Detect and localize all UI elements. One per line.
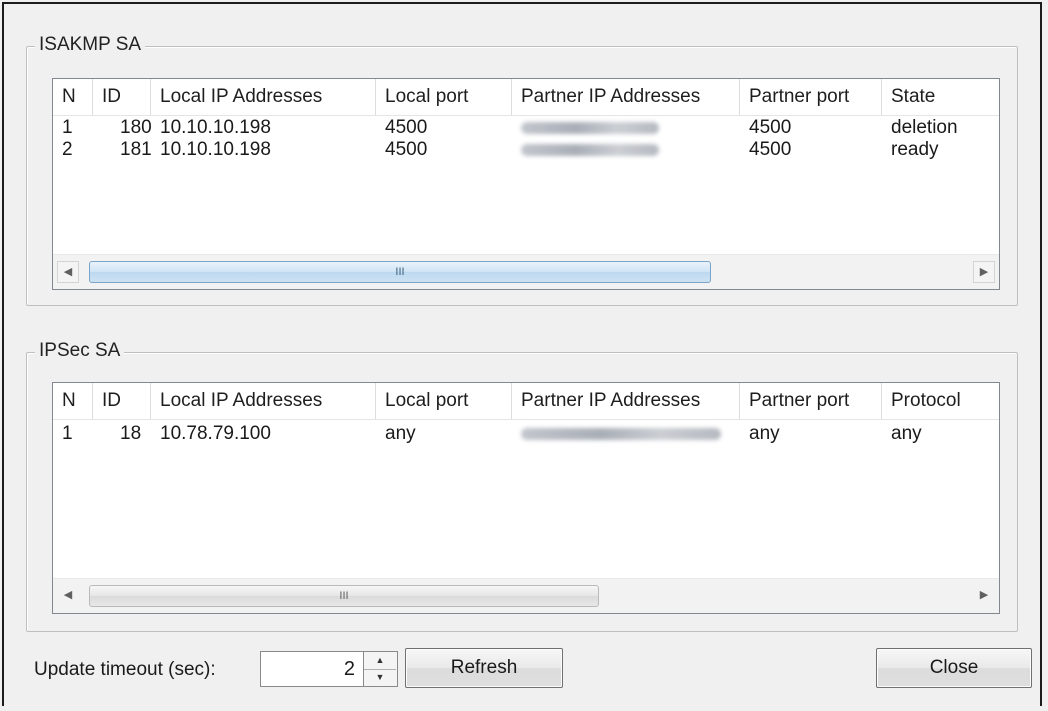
cell-local-port: 4500 — [385, 139, 428, 160]
column-header-partner-ip[interactable]: Partner IP Addresses — [512, 79, 740, 115]
scroll-left-button[interactable]: ◀ — [57, 585, 79, 607]
spin-up-button[interactable]: ▲ — [364, 652, 396, 670]
column-header-local-port[interactable]: Local port — [376, 79, 512, 115]
table-row[interactable]: 1 18 10.78.79.100 any any any — [53, 423, 999, 445]
timeout-spinner[interactable]: ▲ ▼ — [364, 651, 398, 687]
cell-n: 1 — [62, 117, 73, 138]
column-header-local-ip[interactable]: Local IP Addresses — [151, 383, 376, 419]
scroll-thumb[interactable]: III — [89, 261, 711, 283]
cell-partner-ip — [512, 117, 740, 140]
isakmp-horizontal-scrollbar[interactable]: ◀ III ▶ — [53, 254, 999, 289]
column-header-local-port[interactable]: Local port — [376, 383, 512, 419]
scroll-right-button[interactable]: ▶ — [973, 261, 995, 283]
ipsec-list[interactable]: N ID Local IP Addresses Local port Partn… — [52, 382, 1000, 614]
redacted-ip — [521, 144, 659, 156]
cell-partner-port: any — [749, 423, 780, 444]
cell-partner-port: 4500 — [749, 117, 792, 138]
column-header-partner-ip[interactable]: Partner IP Addresses — [512, 383, 740, 419]
ipsec-list-header: N ID Local IP Addresses Local port Partn… — [53, 383, 999, 420]
ipsec-group-title: IPSec SA — [35, 340, 125, 362]
cell-state: ready — [891, 139, 939, 160]
column-header-state[interactable]: State — [882, 79, 999, 115]
column-header-protocol[interactable]: Protocol — [882, 383, 999, 419]
update-timeout-label: Update timeout (sec): — [34, 659, 216, 680]
cell-n: 1 — [62, 423, 73, 444]
column-header-local-ip[interactable]: Local IP Addresses — [151, 79, 376, 115]
cell-partner-ip — [512, 423, 740, 446]
redacted-ip — [521, 122, 659, 134]
table-row[interactable]: 1 180 10.10.10.198 4500 4500 deletion — [53, 117, 999, 139]
update-timeout-input[interactable]: 2 — [260, 651, 364, 687]
column-header-id[interactable]: ID — [93, 383, 151, 419]
cell-id: 181 — [120, 139, 151, 160]
cell-id: 180 — [120, 117, 151, 138]
isakmp-group: ISAKMP SA N ID Local IP Addresses Local … — [26, 34, 1018, 306]
cell-local-ip: 10.10.10.198 — [160, 139, 271, 160]
cell-protocol: any — [891, 423, 922, 444]
column-header-n[interactable]: N — [53, 383, 93, 419]
column-header-n[interactable]: N — [53, 79, 93, 115]
column-header-partner-port[interactable]: Partner port — [740, 383, 882, 419]
cell-local-port: any — [385, 423, 416, 444]
ipsec-group: IPSec SA N ID Local IP Addresses Local p… — [26, 340, 1018, 632]
scroll-thumb[interactable]: III — [89, 585, 599, 607]
scroll-right-button[interactable]: ▶ — [973, 585, 995, 607]
isakmp-list[interactable]: N ID Local IP Addresses Local port Partn… — [52, 78, 1000, 290]
cell-local-ip: 10.10.10.198 — [160, 117, 271, 138]
refresh-button[interactable]: Refresh — [405, 648, 563, 688]
isakmp-group-title: ISAKMP SA — [35, 34, 146, 56]
isakmp-list-header: N ID Local IP Addresses Local port Partn… — [53, 79, 999, 116]
scroll-left-button[interactable]: ◀ — [57, 261, 79, 283]
close-button[interactable]: Close — [876, 648, 1032, 688]
column-header-partner-port[interactable]: Partner port — [740, 79, 882, 115]
cell-local-ip: 10.78.79.100 — [160, 423, 271, 444]
cell-partner-ip — [512, 139, 740, 162]
cell-partner-port: 4500 — [749, 139, 792, 160]
cell-local-port: 4500 — [385, 117, 428, 138]
table-row[interactable]: 2 181 10.10.10.198 4500 4500 ready — [53, 139, 999, 161]
cell-state: deletion — [891, 117, 958, 138]
redacted-ip — [521, 428, 721, 440]
cell-n: 2 — [62, 139, 73, 160]
column-header-id[interactable]: ID — [93, 79, 151, 115]
spin-down-button[interactable]: ▼ — [364, 669, 396, 686]
cell-id: 18 — [120, 423, 142, 444]
ipsec-horizontal-scrollbar[interactable]: ◀ III ▶ — [53, 578, 999, 613]
